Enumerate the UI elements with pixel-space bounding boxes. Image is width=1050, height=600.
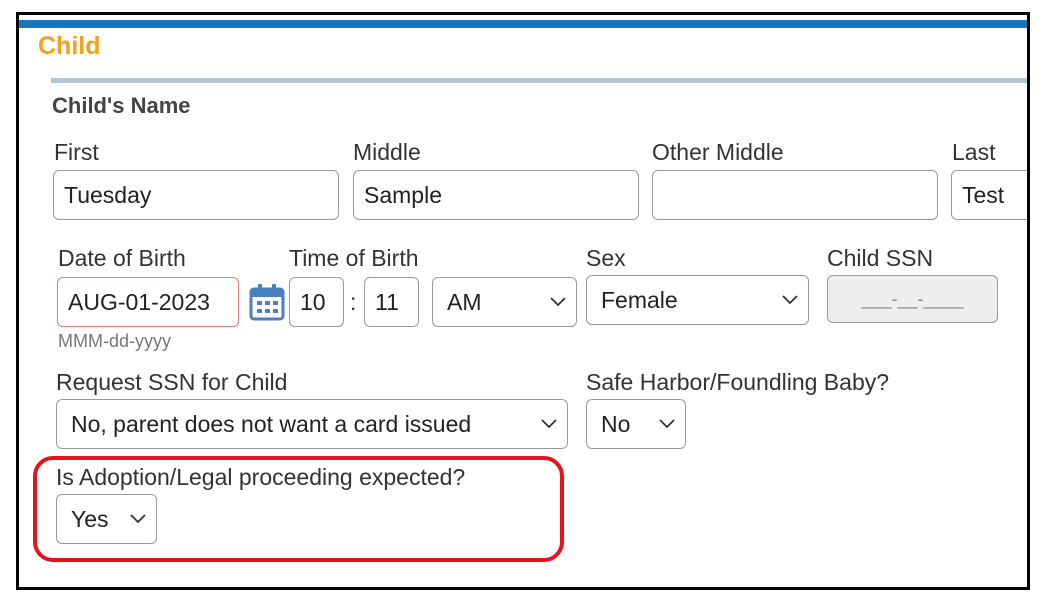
chevron-down-icon <box>659 419 675 429</box>
date-format-hint: MMM-dd-yyyy <box>58 331 171 351</box>
request-ssn-select[interactable]: No, parent does not want a card issued <box>56 399 568 449</box>
chevron-down-icon <box>130 514 146 524</box>
time-of-birth-label: Time of Birth <box>289 245 419 271</box>
safe-harbor-label: Safe Harbor/Foundling Baby? <box>586 369 890 395</box>
adoption-label: Is Adoption/Legal proceeding expected? <box>56 464 466 490</box>
child-ssn-label: Child SSN <box>827 245 934 271</box>
adoption-value: Yes <box>71 505 109 532</box>
hour-input[interactable]: 10 <box>289 277 344 327</box>
other-middle-name-input[interactable] <box>652 170 938 220</box>
chevron-down-icon <box>782 295 798 305</box>
chevron-down-icon <box>550 297 566 307</box>
time-separator: : <box>350 289 357 315</box>
middle-name-label: Middle <box>353 139 421 165</box>
other-middle-name-label: Other Middle <box>652 139 784 165</box>
child-ssn-input[interactable]: ___-__-____ <box>827 275 998 323</box>
first-name-label: First <box>54 139 99 165</box>
last-name-input[interactable]: Test <box>951 170 1027 220</box>
calendar-icon[interactable] <box>249 283 285 321</box>
minute-input[interactable]: 11 <box>364 277 419 327</box>
request-ssn-value: No, parent does not want a card issued <box>71 410 472 437</box>
header-accent-bar <box>19 20 1027 28</box>
request-ssn-label: Request SSN for Child <box>56 369 288 395</box>
chevron-down-icon <box>541 419 557 429</box>
sex-value: Female <box>601 286 678 313</box>
sex-select[interactable]: Female <box>586 275 809 325</box>
first-name-input[interactable]: Tuesday <box>53 170 339 220</box>
section-title: Child <box>38 32 101 60</box>
child-name-heading: Child's Name <box>52 93 191 118</box>
date-of-birth-label: Date of Birth <box>58 245 186 271</box>
sex-label: Sex <box>586 245 626 271</box>
form-panel: Child Child's Name First Tuesday Middle … <box>16 12 1030 590</box>
date-of-birth-input[interactable]: AUG-01-2023 <box>57 277 239 327</box>
section-divider <box>51 78 1027 83</box>
safe-harbor-value: No <box>601 410 631 437</box>
safe-harbor-select[interactable]: No <box>586 399 686 449</box>
middle-name-input[interactable]: Sample <box>353 170 639 220</box>
am-pm-value: AM <box>447 288 482 315</box>
last-name-label: Last <box>952 139 996 165</box>
adoption-select[interactable]: Yes <box>56 494 157 544</box>
am-pm-select[interactable]: AM <box>432 277 577 327</box>
